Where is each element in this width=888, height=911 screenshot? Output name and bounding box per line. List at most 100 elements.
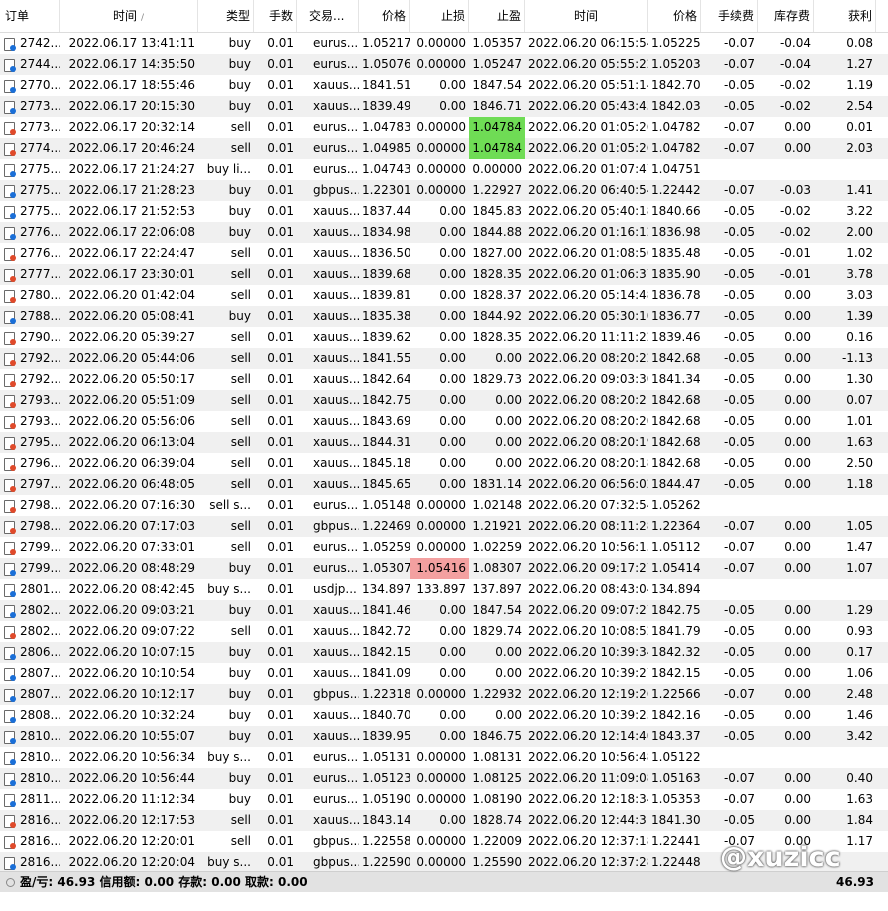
col-lots-header[interactable]: 手数 bbox=[254, 0, 297, 32]
order-type-text: buy bbox=[228, 666, 251, 680]
stop-loss-text: 0.00000 bbox=[416, 540, 466, 554]
stop-loss-text: 0.00 bbox=[439, 225, 466, 239]
table-row[interactable]: 2790... 2022.06.20 05:39:27 sell 0.01 xauus.… bbox=[0, 327, 888, 348]
cell-symbol: xauus... bbox=[297, 285, 359, 306]
col-profit-header[interactable]: 获利 bbox=[814, 0, 876, 32]
cell-profit: 1.18 bbox=[814, 474, 876, 495]
cell-open-time: 2022.06.17 21:52:53 bbox=[60, 201, 198, 222]
col-close-price-header[interactable]: 价格 bbox=[648, 0, 701, 32]
cell-close-time: 2022.06.20 05:30:10 bbox=[525, 306, 648, 327]
cell-lots: 0.01 bbox=[254, 264, 297, 285]
table-row[interactable]: 2788... 2022.06.20 05:08:41 buy 0.01 xauus..… bbox=[0, 306, 888, 327]
table-row[interactable]: 2792... 2022.06.20 05:44:06 sell 0.01 xauus.… bbox=[0, 348, 888, 369]
table-row[interactable]: 2780... 2022.06.20 01:42:04 sell 0.01 xauus.… bbox=[0, 285, 888, 306]
symbol-text: gbpus... bbox=[313, 855, 359, 869]
table-row[interactable]: 2810... 2022.06.20 10:56:34 buy s... 0.01 eu… bbox=[0, 747, 888, 768]
table-row[interactable]: 2795... 2022.06.20 06:13:04 sell 0.01 xauus.… bbox=[0, 432, 888, 453]
col-commission-header[interactable]: 手续费 bbox=[701, 0, 758, 32]
lots-text: 0.01 bbox=[267, 267, 294, 281]
commission-text: -0.05 bbox=[723, 435, 755, 449]
order-type-text: sell bbox=[230, 477, 251, 491]
table-row[interactable]: 2774... 2022.06.17 20:46:24 sell 0.01 eurus.… bbox=[0, 138, 888, 159]
col-type-header[interactable]: 类型 bbox=[198, 0, 254, 32]
table-row[interactable]: 2742... 2022.06.17 13:41:11 buy 0.01 eurus..… bbox=[0, 33, 888, 54]
lots-text: 0.01 bbox=[267, 750, 294, 764]
open-price-text: 1.05131 bbox=[362, 750, 410, 764]
cell-stop-loss: 0.00000 bbox=[410, 789, 469, 810]
close-price-text: 1.04782 bbox=[651, 120, 701, 134]
cell-order-id: 2816... bbox=[0, 831, 60, 852]
table-row[interactable]: 2808... 2022.06.20 10:32:24 buy 0.01 xauus..… bbox=[0, 705, 888, 726]
table-row[interactable]: 2799... 2022.06.20 07:33:01 sell 0.01 eurus.… bbox=[0, 537, 888, 558]
table-row[interactable]: 2793... 2022.06.20 05:51:09 sell 0.01 xauus.… bbox=[0, 390, 888, 411]
close-price-text: 1842.68 bbox=[651, 351, 701, 365]
col-order-header[interactable]: 订单 bbox=[0, 0, 60, 32]
table-row[interactable]: 2775... 2022.06.17 21:52:53 buy 0.01 xauus..… bbox=[0, 201, 888, 222]
open-price-text: 1840.70 bbox=[362, 708, 410, 722]
symbol-text: eurus... bbox=[313, 162, 359, 176]
table-row[interactable]: 2776... 2022.06.17 22:24:47 sell 0.01 xauus.… bbox=[0, 243, 888, 264]
table-row[interactable]: 2773... 2022.06.17 20:32:14 sell 0.01 eurus.… bbox=[0, 117, 888, 138]
profit-text: 0.93 bbox=[846, 624, 873, 638]
cell-profit: 3.03 bbox=[814, 285, 876, 306]
table-row[interactable]: 2802... 2022.06.20 09:07:22 sell 0.01 xauus.… bbox=[0, 621, 888, 642]
table-row[interactable]: 2801... 2022.06.20 08:42:45 buy s... 0.01 us… bbox=[0, 579, 888, 600]
cell-close-time: 2022.06.20 01:05:26 bbox=[525, 138, 648, 159]
stop-loss-text: 0.00 bbox=[439, 666, 466, 680]
cell-lots: 0.01 bbox=[254, 684, 297, 705]
cell-swap: 0.00 bbox=[758, 726, 814, 747]
table-row[interactable]: 2744... 2022.06.17 14:35:50 buy 0.01 eurus..… bbox=[0, 54, 888, 75]
col-stop-loss-header[interactable]: 止损 bbox=[410, 0, 469, 32]
table-row[interactable]: 2816... 2022.06.20 12:17:53 sell 0.01 xauus.… bbox=[0, 810, 888, 831]
table-row[interactable]: 2776... 2022.06.17 22:06:08 buy 0.01 xauus..… bbox=[0, 222, 888, 243]
lots-text: 0.01 bbox=[267, 582, 294, 596]
table-row[interactable]: 2775... 2022.06.17 21:24:27 buy li... 0.01 e… bbox=[0, 159, 888, 180]
table-row[interactable]: 2806... 2022.06.20 10:07:15 buy 0.01 xauus..… bbox=[0, 642, 888, 663]
col-take-profit-header[interactable]: 止盈 bbox=[469, 0, 525, 32]
close-time-text: 2022.06.20 08:20:22 bbox=[528, 351, 648, 365]
cell-lots: 0.01 bbox=[254, 306, 297, 327]
table-row[interactable]: 2797... 2022.06.20 06:48:05 sell 0.01 xauus.… bbox=[0, 474, 888, 495]
cell-close-price: 1842.32 bbox=[648, 642, 701, 663]
table-row[interactable]: 2811... 2022.06.20 11:12:34 buy 0.01 eurus..… bbox=[0, 789, 888, 810]
cell-order-id: 2810... bbox=[0, 747, 60, 768]
cell-order-type: sell bbox=[198, 831, 254, 852]
table-row[interactable]: 2807... 2022.06.20 10:10:54 buy 0.01 xauus..… bbox=[0, 663, 888, 684]
cell-symbol: xauus... bbox=[297, 705, 359, 726]
table-row[interactable]: 2802... 2022.06.20 09:03:21 buy 0.01 xauus..… bbox=[0, 600, 888, 621]
cell-profit: 0.17 bbox=[814, 642, 876, 663]
col-swap-header[interactable]: 库存费 bbox=[758, 0, 814, 32]
cell-take-profit: 1844.92 bbox=[469, 306, 525, 327]
table-row[interactable]: 2775... 2022.06.17 21:28:23 buy 0.01 gbpus..… bbox=[0, 180, 888, 201]
cell-open-price: 1842.75 bbox=[359, 390, 410, 411]
open-price-text: 1.05190 bbox=[362, 792, 410, 806]
cell-open-price: 1839.49 bbox=[359, 96, 410, 117]
cell-close-time: 2022.06.20 10:56:15 bbox=[525, 537, 648, 558]
table-row[interactable]: 2792... 2022.06.20 05:50:17 sell 0.01 xauus.… bbox=[0, 369, 888, 390]
cell-close-time: 2022.06.20 08:20:22 bbox=[525, 348, 648, 369]
buy-order-icon bbox=[3, 184, 16, 198]
swap-text: 0.00 bbox=[784, 540, 811, 554]
table-row[interactable]: 2777... 2022.06.17 23:30:01 sell 0.01 xauus.… bbox=[0, 264, 888, 285]
col-symbol-header[interactable]: 交易... bbox=[297, 0, 359, 32]
table-row[interactable]: 2807... 2022.06.20 10:12:17 buy 0.01 gbpus..… bbox=[0, 684, 888, 705]
cell-order-id: 2773... bbox=[0, 96, 60, 117]
col-close-time-header[interactable]: 时间 bbox=[525, 0, 648, 32]
table-row[interactable]: 2796... 2022.06.20 06:39:04 sell 0.01 xauus.… bbox=[0, 453, 888, 474]
table-row[interactable]: 2798... 2022.06.20 07:16:30 sell s... 0.01 e… bbox=[0, 495, 888, 516]
table-row[interactable]: 2773... 2022.06.17 20:15:30 buy 0.01 xauus..… bbox=[0, 96, 888, 117]
col-open-time-header[interactable]: 时间 / bbox=[60, 0, 198, 32]
profit-text: 1.30 bbox=[846, 372, 873, 386]
stop-loss-text: 0.00000 bbox=[416, 519, 466, 533]
table-row[interactable]: 2793... 2022.06.20 05:56:06 sell 0.01 xauus.… bbox=[0, 411, 888, 432]
table-row[interactable]: 2810... 2022.06.20 10:55:07 buy 0.01 xauus..… bbox=[0, 726, 888, 747]
col-open-price-header[interactable]: 价格 bbox=[359, 0, 410, 32]
cell-take-profit: 1.08190 bbox=[469, 789, 525, 810]
profit-text: 3.42 bbox=[846, 729, 873, 743]
table-row[interactable]: 2810... 2022.06.20 10:56:44 buy 0.01 eurus..… bbox=[0, 768, 888, 789]
cell-swap: 0.00 bbox=[758, 138, 814, 159]
table-row[interactable]: 2799... 2022.06.20 08:48:29 buy 0.01 eurus..… bbox=[0, 558, 888, 579]
table-row[interactable]: 2798... 2022.06.20 07:17:03 sell 0.01 gbpus.… bbox=[0, 516, 888, 537]
order-type-text: sell bbox=[230, 540, 251, 554]
table-row[interactable]: 2770... 2022.06.17 18:55:46 buy 0.01 xauus..… bbox=[0, 75, 888, 96]
